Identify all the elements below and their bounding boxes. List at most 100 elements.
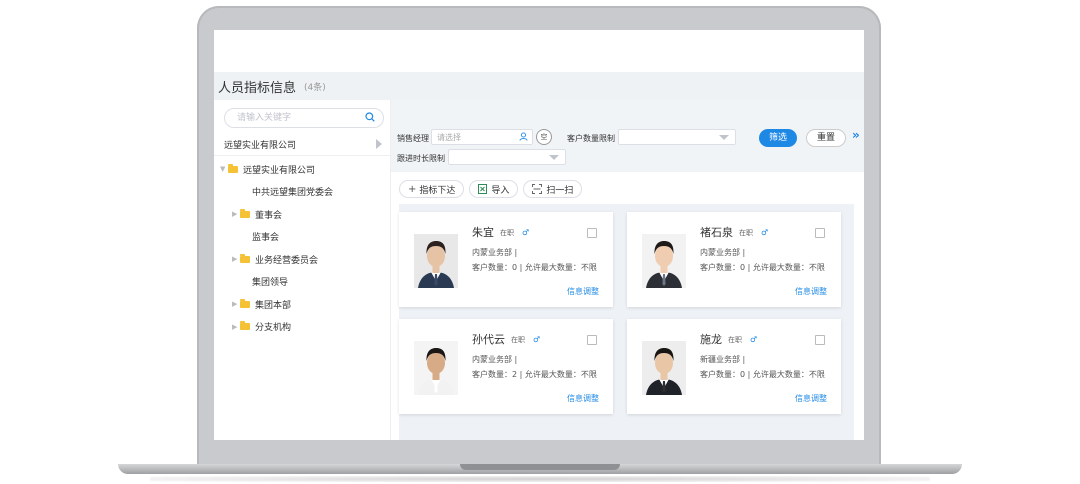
caret-right-icon[interactable]: ▶ [232,255,240,263]
caret-right-icon [376,139,382,149]
followup-limit-label: 跟进时长限制 [397,154,445,163]
laptop-notch [460,464,620,470]
department: 新疆业务部 | [700,355,746,364]
edit-info-link[interactable]: 信息调整 [567,393,599,404]
laptop-shadow [150,476,930,482]
scan-label: 扫一扫 [546,185,574,196]
search-icon[interactable] [365,112,375,122]
customer-limit-select[interactable] [618,129,736,145]
staff-name: 施龙 [700,333,722,346]
caret-right-icon[interactable]: ▶ [232,300,240,308]
filter-button[interactable]: 筛选 [759,129,797,147]
tree-node-label: 分支机构 [255,323,292,334]
tree-node-label: 中共远望集团党委会 [252,188,334,199]
staff-name: 孙代云 [472,333,505,346]
edit-info-link[interactable]: 信息调整 [567,286,599,297]
clear-empty-button[interactable]: 空 [536,129,552,145]
company-name: 远望实业有限公司 [224,140,297,151]
company-selector[interactable]: 远望实业有限公司 [214,133,390,156]
chevron-down-icon [549,155,559,160]
select-checkbox[interactable] [815,335,825,345]
scan-button[interactable]: 扫一扫 [523,180,583,198]
laptop-screen: 人员指标信息 (4条) 远望实业有限公司 ▼ 远望实业有限公司中共远望集团党委会 ▶… [214,30,864,440]
tree-node-label: 集团领导 [252,278,289,289]
staff-card: 施龙 在职 ♂ 新疆业务部 | 客户数量：0 | 允许最大数量：不限信息调整 [627,319,841,414]
customer-quota: 客户数量：2 | 允许最大数量：不限 [472,370,597,379]
tree-node[interactable]: ▶ 董事会 [214,203,390,226]
staff-card: 孙代云 在职 ♂ 内蒙业务部 | 客户数量：2 | 允许最大数量：不限信息调整 [399,319,613,414]
scan-icon [532,184,543,194]
folder-icon [240,298,250,308]
tree-node[interactable]: ▼ 远望实业有限公司 [214,158,390,181]
avatar [642,341,686,395]
employment-status: 在职 [511,336,525,344]
staff-card: 褚石泉 在职 ♂ 内蒙业务部 | 客户数量：0 | 允许最大数量：不限信息调整 [627,212,841,307]
department: 内蒙业务部 | [472,248,518,257]
customer-quota: 客户数量：0 | 允许最大数量：不限 [700,263,825,272]
chevron-down-icon [719,135,729,140]
keyword-search-input[interactable] [235,112,359,124]
employment-status: 在职 [500,229,514,237]
staff-card: 朱宜 在职 ♂ 内蒙业务部 | 客户数量：0 | 允许最大数量：不限 信息调整 [399,212,613,307]
select-checkbox[interactable] [587,335,597,345]
followup-limit-select[interactable] [448,149,566,165]
tree-node-label: 集团本部 [255,300,292,311]
caret-right-icon[interactable]: ▶ [232,210,240,218]
caret-right-icon[interactable]: ▶ [232,323,240,331]
select-checkbox[interactable] [815,228,825,238]
tree-node-label: 监事会 [252,233,280,244]
male-icon: ♂ [750,335,758,344]
tree-node[interactable]: 集团领导 [214,271,390,294]
customer-quota: 客户数量：0 | 允许最大数量：不限 [700,370,825,379]
keyword-search-box[interactable] [224,108,384,128]
avatar [642,234,686,288]
select-checkbox[interactable] [587,228,597,238]
staff-name: 褚石泉 [700,226,733,239]
page-header: 人员指标信息 (4条) [214,72,864,100]
reset-button[interactable]: 重置 [806,129,846,147]
tree-node-label: 业务经营委员会 [255,255,319,266]
folder-icon [240,253,250,263]
tree-node[interactable]: ▶ 集团本部 [214,293,390,316]
tree-node[interactable]: 中共远望集团党委会 [214,181,390,204]
department: 内蒙业务部 | [472,355,518,364]
edit-info-link[interactable]: 信息调整 [795,393,827,404]
folder-icon [240,208,250,218]
male-icon: ♂ [522,228,530,237]
sales-manager-label: 销售经理 [397,134,429,143]
assign-indicator-button[interactable]: + 指标下达 [399,180,465,198]
page-title: 人员指标信息 [218,80,297,96]
employment-status: 在职 [728,336,742,344]
plus-icon: + [408,183,417,195]
import-button[interactable]: 导入 [469,180,519,198]
org-tree-panel: 远望实业有限公司 ▼ 远望实业有限公司中共远望集团党委会 ▶ 董事会监事会 ▶ 业务经营委… [214,100,391,440]
record-count: (4条) [304,82,326,93]
edit-info-link[interactable]: 信息调整 [795,286,827,297]
tree-node[interactable]: ▶ 分支机构 [214,316,390,339]
folder-icon [240,321,250,331]
avatar [414,234,458,288]
department: 内蒙业务部 | [700,248,746,257]
user-icon[interactable] [519,132,528,141]
customer-quota: 客户数量：0 | 允许最大数量：不限 [472,263,597,272]
sales-manager-select[interactable]: 请选择 [431,129,533,145]
import-label: 导入 [491,185,510,196]
tree-node-label: 董事会 [255,210,283,221]
sales-manager-placeholder: 请选择 [437,133,461,142]
folder-icon [228,163,238,173]
tree-node-label: 远望实业有限公司 [243,165,316,176]
org-tree: ▼ 远望实业有限公司中共远望集团党委会 ▶ 董事会监事会 ▶ 业务经营委员会 集团领导 ▶ 集团… [214,158,390,338]
tree-node[interactable]: ▶ 业务经营委员会 [214,248,390,271]
tree-node[interactable]: 监事会 [214,226,390,249]
customer-limit-label: 客户数量限制 [567,134,615,143]
filter-area: 销售经理 请选择 空 客户数量限制 跟进时长限制 筛选 重置 » [391,100,864,172]
avatar [414,341,458,395]
staff-card-grid: 朱宜 在职 ♂ 内蒙业务部 | 客户数量：0 | 允许最大数量：不限 信息调整 褚石泉 在职 ♂… [399,204,854,440]
male-icon: ♂ [761,228,769,237]
caret-down-icon[interactable]: ▼ [220,165,228,173]
employment-status: 在职 [739,229,753,237]
main-content: 销售经理 请选择 空 客户数量限制 跟进时长限制 筛选 重置 » + 指标下达 … [391,100,864,440]
male-icon: ♂ [533,335,541,344]
expand-filters-icon[interactable]: » [852,128,860,142]
excel-import-icon [478,184,488,194]
